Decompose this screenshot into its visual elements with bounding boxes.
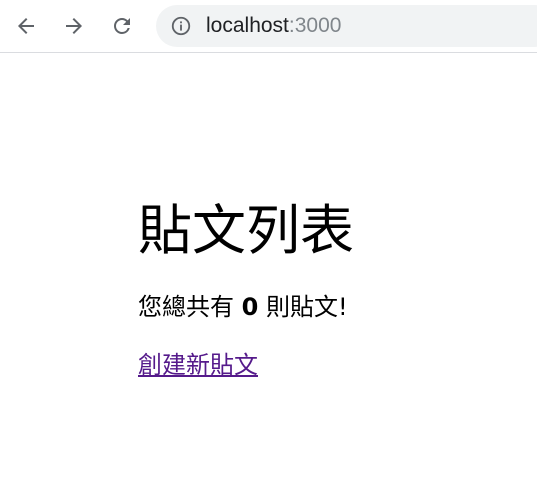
post-count-value: 0 (241, 293, 259, 321)
address-bar[interactable]: localhost:3000 (156, 5, 537, 47)
browser-toolbar: localhost:3000 (0, 0, 537, 53)
url-port: :3000 (288, 14, 342, 37)
back-button[interactable] (10, 10, 42, 42)
post-count-line: 您總共有 0 則貼文! (138, 290, 528, 324)
info-circle-icon[interactable] (170, 15, 192, 37)
url-host: localhost (206, 14, 289, 37)
url-text[interactable]: localhost:3000 (206, 5, 341, 47)
create-post-link[interactable]: 創建新貼文 (138, 348, 258, 382)
post-count-suffix: 則貼文! (258, 293, 348, 321)
page-content: 貼文列表 您總共有 0 則貼文! 創建新貼文 (138, 190, 528, 382)
forward-button[interactable] (58, 10, 90, 42)
reload-icon (114, 18, 130, 34)
arrow-right-icon (66, 18, 82, 34)
page-title: 貼文列表 (138, 199, 354, 262)
reload-button[interactable] (106, 10, 138, 42)
arrow-left-icon (18, 18, 34, 34)
post-count-prefix: 您總共有 (138, 293, 242, 321)
